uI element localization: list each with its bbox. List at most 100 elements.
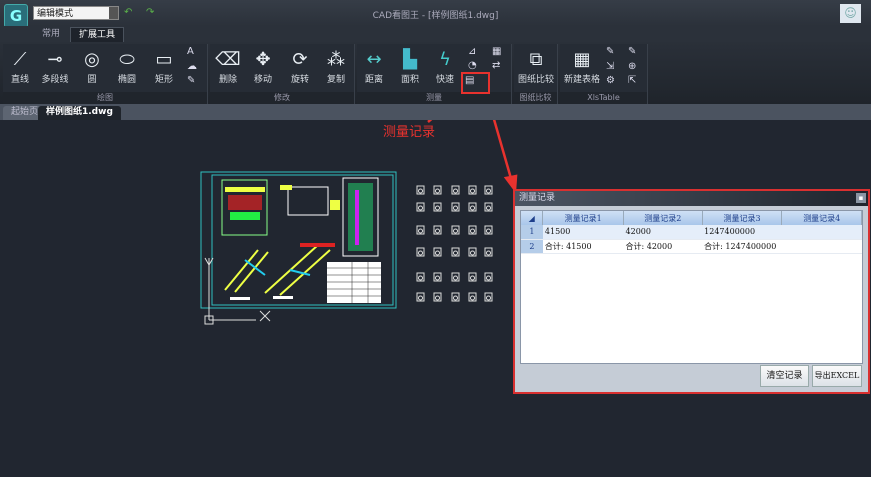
table-row[interactable]: 2 合计: 41500 合计: 42000 合计: 1247400000 — [521, 239, 862, 254]
tool-label: 快速 — [435, 75, 454, 85]
ellipse-button[interactable]: ⬭ 椭圆 — [107, 48, 147, 85]
group-compare: ⧉ 图纸比较 图纸比较 — [514, 44, 558, 104]
block-symbol-inner — [418, 205, 423, 211]
block-symbol-inner — [453, 275, 458, 281]
block-symbol-inner — [453, 250, 458, 256]
tool-label: 椭圆 — [117, 75, 136, 85]
table-cell[interactable] — [781, 239, 862, 254]
angle-measure-icon[interactable]: ⊿ — [468, 46, 476, 57]
rectangle-button[interactable]: ▭ 矩形 — [144, 48, 184, 85]
tool-label: 移动 — [253, 75, 272, 85]
table-header-row: ◢ 测量记录1 测量记录2 测量记录3 测量记录4 — [521, 211, 862, 225]
compare-button[interactable]: ⧉ 图纸比较 — [514, 48, 558, 85]
column-header[interactable]: 测量记录2 — [623, 211, 703, 225]
copy-button[interactable]: ⁂ 复制 — [316, 48, 356, 85]
table-paste-icon[interactable]: ✎ — [628, 46, 636, 57]
move-button[interactable]: ✥ 移动 — [243, 48, 283, 85]
tool-label: 图纸比较 — [517, 75, 554, 85]
block-symbol-inner — [486, 275, 491, 281]
cloud-icon[interactable]: ☁ — [187, 61, 197, 72]
rotate-button[interactable]: ⟳ 旋转 — [280, 48, 320, 85]
arc-measure-icon[interactable]: ◔ — [468, 60, 477, 71]
distance-icon: ↔ — [366, 49, 382, 70]
table-cell[interactable]: 合计: 42000 — [623, 239, 703, 254]
group-label: XlsTable — [560, 92, 647, 104]
row-number[interactable]: 1 — [521, 225, 543, 240]
block-symbol-inner — [435, 250, 440, 256]
annotation-arrows — [427, 86, 518, 194]
column-header[interactable]: 测量记录4 — [781, 211, 862, 225]
table-cell[interactable]: 合计: 1247400000 — [702, 239, 782, 254]
block-symbol-inner — [486, 250, 491, 256]
circle-button[interactable]: ◎ 圆 — [72, 48, 112, 85]
group-label: 修改 — [210, 92, 354, 104]
measure-record-dialog: 测量记录 ▪ ◢ 测量记录1 测量记录2 测量记录3 测量记录4 1 41500 … — [513, 189, 870, 394]
row-number[interactable]: 2 — [521, 239, 543, 254]
distance-button[interactable]: ↔ 距离 — [354, 48, 394, 85]
coordinate-icon[interactable]: ⇄ — [492, 60, 500, 71]
sketch-icon[interactable]: ✎ — [187, 75, 195, 86]
group-xlstable: ▦ 新建表格 ✎ ⇲ ⚙ ✎ ⊕ ⇱ XlsTable — [560, 44, 648, 104]
block-symbol-inner — [470, 275, 475, 281]
block-symbol-inner — [418, 228, 423, 234]
ellipse-icon: ⬭ — [119, 49, 135, 70]
line-button[interactable]: ⟋ 直线 — [0, 48, 40, 85]
area-icon: ▙ — [403, 49, 417, 70]
polyline-icon: ⊸ — [47, 49, 63, 70]
tool-label: 复制 — [326, 75, 345, 85]
new-table-button[interactable]: ▦ 新建表格 — [560, 48, 604, 85]
polyline-button[interactable]: ⊸ 多段线 — [35, 48, 75, 85]
user-icon[interactable]: ☺ — [840, 4, 861, 23]
table-edit-icon[interactable]: ✎ — [606, 46, 614, 57]
block-symbol-inner — [486, 228, 491, 234]
clear-records-button[interactable]: 清空记录 — [760, 365, 809, 387]
ruler-icon[interactable]: ▦ — [492, 46, 501, 57]
block-symbol-inner — [470, 205, 475, 211]
tab-common[interactable]: 常用 — [34, 27, 68, 42]
group-label: 绘图 — [3, 92, 207, 104]
close-icon[interactable]: ▪ — [856, 193, 866, 203]
block-symbol-inner — [486, 205, 491, 211]
table-settings-icon[interactable]: ⚙ — [606, 75, 615, 86]
select-all-corner[interactable]: ◢ — [521, 211, 544, 225]
table-cell[interactable]: 42000 — [623, 225, 703, 240]
tool-label: 新建表格 — [563, 75, 600, 85]
highlight-box — [461, 72, 490, 94]
doc-tab-drawing[interactable]: 样例图纸1.dwg — [38, 106, 121, 120]
block-symbol-inner — [486, 295, 491, 301]
delete-button[interactable]: ⌫ 删除 — [208, 48, 248, 85]
tool-label: 旋转 — [290, 75, 309, 85]
rotate-icon: ⟳ — [292, 49, 308, 70]
column-header[interactable]: 测量记录1 — [542, 211, 625, 225]
area-button[interactable]: ▙ 面积 — [390, 48, 430, 85]
table-cell[interactable] — [781, 225, 862, 240]
table-cell[interactable]: 合计: 41500 — [542, 239, 624, 254]
block-symbol-inner — [418, 250, 423, 256]
compare-icon: ⧉ — [529, 49, 543, 70]
quick-measure-icon: ϟ — [439, 49, 451, 70]
dialog-title-bar[interactable]: 测量记录 ▪ — [515, 191, 868, 206]
table-cell[interactable]: 41500 — [542, 225, 624, 240]
tool-label: 矩形 — [154, 75, 173, 85]
export-excel-button[interactable]: 导出EXCEL — [812, 365, 862, 387]
block-symbol-inner — [486, 188, 491, 194]
ribbon-tab-bar — [0, 26, 871, 42]
isometric-left — [224, 249, 269, 293]
isometric-right — [264, 243, 335, 296]
table-cell[interactable]: 1247400000 — [702, 225, 782, 240]
text-icon[interactable]: A — [187, 46, 194, 57]
column-header[interactable]: 测量记录3 — [702, 211, 783, 225]
block-symbol-inner — [435, 295, 440, 301]
tab-extension-tools[interactable]: 扩展工具 — [70, 27, 125, 42]
tool-label: 直线 — [10, 75, 29, 85]
table-row[interactable]: 1 41500 42000 1247400000 — [521, 225, 862, 240]
table-export-icon[interactable]: ⇱ — [628, 75, 636, 86]
section-view — [287, 186, 329, 216]
records-grid[interactable]: ◢ 测量记录1 测量记录2 测量记录3 测量记录4 1 41500 42000 … — [520, 210, 863, 364]
table-import-icon[interactable]: ⇲ — [606, 61, 614, 72]
annotation-label: 测量记录 — [383, 125, 436, 140]
table-link-icon[interactable]: ⊕ — [628, 61, 636, 72]
quick-measure-button[interactable]: ϟ 快速 — [425, 48, 465, 85]
new-table-icon: ▦ — [573, 49, 591, 70]
rectangle-icon: ▭ — [155, 49, 173, 70]
